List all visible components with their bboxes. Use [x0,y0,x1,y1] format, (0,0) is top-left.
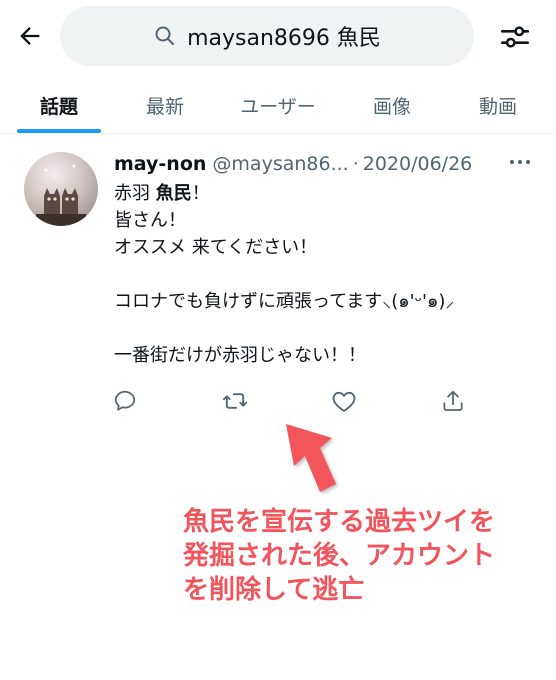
annotation-line: 魚民を宣伝する過去ツイを [183,507,496,537]
like-icon [332,391,356,412]
sliders-icon [500,26,530,48]
like-button[interactable] [327,384,361,418]
tweet-header: may-non @maysan86... · 2020/06/26 [114,150,534,178]
tweet[interactable]: may-non @maysan86... · 2020/06/26 赤羽 魚民！… [0,134,556,434]
back-arrow-icon [20,27,40,45]
search-header: maysan8696 魚民 [0,0,556,76]
tab-label: 画像 [372,95,411,118]
tweet-line [114,261,534,288]
tab-photos[interactable]: 画像 [344,76,440,134]
avatar[interactable] [24,152,98,226]
annotation-line: 発掘された後、アカウント [183,541,496,571]
tab-top[interactable]: 話題 [0,76,118,134]
annotation-arrow-icon [286,424,336,492]
share-button[interactable] [436,384,470,418]
tweet-line: コロナでも負けずに頑張ってます⸜(๑'ᵕ'๑)⸝ [114,291,455,312]
tweet-line [114,315,534,342]
retweet-icon [222,393,248,409]
tweet-actions [108,384,468,418]
tweet-line: 一番街だけが赤羽じゃない！！ [114,345,366,366]
tweet-line: オススメ 来てください！ [114,237,318,258]
more-icon [510,160,530,164]
more-options-button[interactable] [506,150,534,174]
back-button[interactable] [12,18,48,54]
search-input[interactable]: maysan8696 魚民 [60,6,474,66]
avatar-image [36,164,86,226]
active-tab-indicator [17,129,101,133]
separator: · [352,153,359,175]
search-query-text: maysan8696 魚民 [187,26,381,51]
annotation-line: を削除して逃亡 [183,575,365,605]
tab-label: ユーザー [240,95,316,118]
tab-videos[interactable]: 動画 [440,76,556,134]
search-icon [153,23,179,49]
tab-people[interactable]: ユーザー [212,76,344,134]
highlighted-keyword: 魚民 [155,183,192,204]
tweet-line: 皆さん！ [114,210,186,231]
reply-button[interactable] [108,384,142,418]
annotation-text: 魚民を宣伝する過去ツイを 発掘された後、アカウント を削除して逃亡 [183,505,543,607]
display-name[interactable]: may-non [114,153,206,175]
tweet-text: 赤羽 魚民！ 皆さん！ オススメ 来てください！ コロナでも負けずに頑張ってます… [114,180,534,369]
tweet-text-segment: 赤羽 [114,183,156,204]
search-filter-button[interactable] [496,18,534,56]
user-handle[interactable]: @maysan86... [212,153,348,175]
reply-icon [114,390,136,411]
share-icon [443,390,463,411]
retweet-button[interactable] [218,384,252,418]
tab-label: 最新 [145,95,184,118]
search-tabs: 話題 最新 ユーザー 画像 動画 [0,76,556,134]
tweet-line: 赤羽 魚民！ [114,180,534,207]
tab-label: 動画 [478,95,517,118]
tweet-text-segment: ！ [191,183,210,204]
tweet-date[interactable]: 2020/06/26 [363,153,473,175]
tab-latest[interactable]: 最新 [118,76,212,134]
tab-label: 話題 [39,95,78,118]
